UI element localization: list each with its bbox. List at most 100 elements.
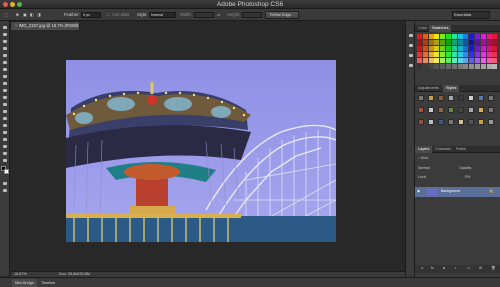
color-swatch[interactable] (492, 64, 498, 69)
color-swatch[interactable] (486, 34, 492, 39)
history-brush-tool-icon[interactable] (2, 88, 8, 93)
color-swatch[interactable] (469, 52, 475, 57)
document-image[interactable] (66, 60, 336, 242)
color-swatch[interactable] (492, 52, 498, 57)
color-swatch[interactable] (486, 58, 492, 63)
paragraph-panel-icon[interactable] (408, 63, 414, 68)
color-swatch[interactable] (480, 64, 486, 69)
healing-brush-tool-icon[interactable] (2, 67, 8, 72)
style-preset[interactable] (418, 95, 424, 101)
swatches-grid[interactable] (417, 34, 498, 80)
color-swatch[interactable] (446, 40, 451, 45)
quick-selection-tool-icon[interactable] (2, 46, 8, 51)
style-preset[interactable] (438, 95, 444, 101)
color-swatch[interactable] (417, 34, 422, 39)
style-preset[interactable] (438, 107, 444, 113)
tab-styles[interactable]: Styles (443, 85, 460, 92)
tab-channels[interactable]: Channels (432, 146, 454, 153)
zoom-tool-icon[interactable] (2, 158, 8, 163)
feather-input[interactable]: 0 px (81, 12, 101, 18)
color-swatch[interactable] (463, 64, 469, 69)
width-input[interactable] (194, 12, 214, 18)
color-swatch[interactable] (434, 58, 440, 63)
color-swatch[interactable] (475, 58, 480, 63)
properties-panel-icon[interactable] (408, 43, 414, 48)
filter-kind-select[interactable]: ⌕ Kind (418, 156, 428, 160)
color-swatch[interactable] (417, 64, 422, 69)
new-layer-icon[interactable]: ⊞ (479, 266, 482, 270)
color-swatch[interactable] (457, 58, 463, 63)
document-tab[interactable]: × IMG_2157.jpg @ 16.7% (RGB/8) (10, 21, 80, 30)
color-swatch[interactable] (469, 40, 475, 45)
style-preset[interactable] (478, 107, 484, 113)
color-swatch[interactable] (469, 34, 475, 39)
workspace-select[interactable]: Essentials (452, 11, 490, 19)
color-swatch[interactable] (486, 46, 492, 51)
color-swatch[interactable] (475, 52, 480, 57)
color-swatch[interactable] (417, 40, 422, 45)
tab-layers[interactable]: Layers (415, 146, 433, 153)
marquee-tool-icon[interactable]: ⬚ (4, 9, 8, 21)
style-preset[interactable] (438, 119, 444, 125)
color-swatch[interactable] (446, 52, 451, 57)
visibility-eye-icon[interactable]: ◉ (417, 189, 420, 193)
color-swatch[interactable] (480, 46, 486, 51)
style-preset[interactable] (428, 95, 434, 101)
color-swatch[interactable] (428, 34, 434, 39)
color-swatch[interactable] (492, 40, 498, 45)
color-swatch[interactable] (422, 64, 428, 69)
color-swatch[interactable] (422, 46, 428, 51)
color-swatch[interactable] (492, 34, 498, 39)
color-swatch[interactable] (451, 52, 457, 57)
lasso-tool-icon[interactable] (2, 39, 8, 44)
color-swatch[interactable] (428, 46, 434, 51)
quick-mask-icon[interactable] (2, 181, 8, 186)
tab-color[interactable]: Color (415, 25, 430, 32)
move-tool-icon[interactable] (2, 25, 8, 30)
layer-style-icon[interactable]: fx (431, 266, 434, 270)
color-swatch[interactable] (440, 58, 446, 63)
color-swatch[interactable] (480, 52, 486, 57)
color-swatch[interactable] (428, 40, 434, 45)
color-swatch[interactable] (463, 58, 469, 63)
style-select[interactable]: Normal (149, 12, 176, 18)
subtract-selection-icon[interactable]: ◧ (30, 9, 34, 21)
color-swatch[interactable] (417, 46, 422, 51)
color-swatch[interactable] (440, 64, 446, 69)
color-swatch[interactable] (475, 34, 480, 39)
path-selection-tool-icon[interactable] (2, 137, 8, 142)
add-selection-icon[interactable]: ▣ (23, 9, 27, 21)
color-swatch[interactable] (417, 52, 422, 57)
style-preset[interactable] (418, 119, 424, 125)
intersect-selection-icon[interactable]: ◨ (37, 9, 41, 21)
color-swatch[interactable] (434, 40, 440, 45)
color-swatch[interactable] (446, 58, 451, 63)
style-preset[interactable] (448, 119, 454, 125)
style-preset[interactable] (478, 95, 484, 101)
style-preset[interactable] (458, 119, 464, 125)
swap-icon[interactable]: ⇄ (217, 9, 221, 21)
hand-tool-icon[interactable] (2, 151, 8, 156)
color-swatch[interactable] (475, 46, 480, 51)
style-preset[interactable] (478, 119, 484, 125)
color-swatch[interactable] (475, 64, 480, 69)
color-swatch[interactable] (475, 40, 480, 45)
color-swatch[interactable] (469, 58, 475, 63)
tab-mini-bridge[interactable]: Mini Bridge (12, 279, 37, 287)
color-swatch[interactable] (446, 46, 451, 51)
color-swatch[interactable] (417, 58, 422, 63)
style-preset[interactable] (488, 107, 494, 113)
height-input[interactable] (242, 12, 262, 18)
marquee-tool-icon[interactable] (2, 32, 8, 37)
color-swatch[interactable] (446, 64, 451, 69)
screen-mode-icon[interactable] (2, 188, 8, 193)
style-preset[interactable] (468, 95, 474, 101)
color-swatch[interactable] (446, 34, 451, 39)
gradient-tool-icon[interactable] (2, 102, 8, 107)
color-swatch[interactable] (463, 40, 469, 45)
color-swatch[interactable] (440, 40, 446, 45)
color-swatch[interactable] (457, 64, 463, 69)
style-preset[interactable] (448, 95, 454, 101)
new-selection-icon[interactable]: ■ (16, 9, 19, 21)
color-swatch[interactable] (492, 58, 498, 63)
